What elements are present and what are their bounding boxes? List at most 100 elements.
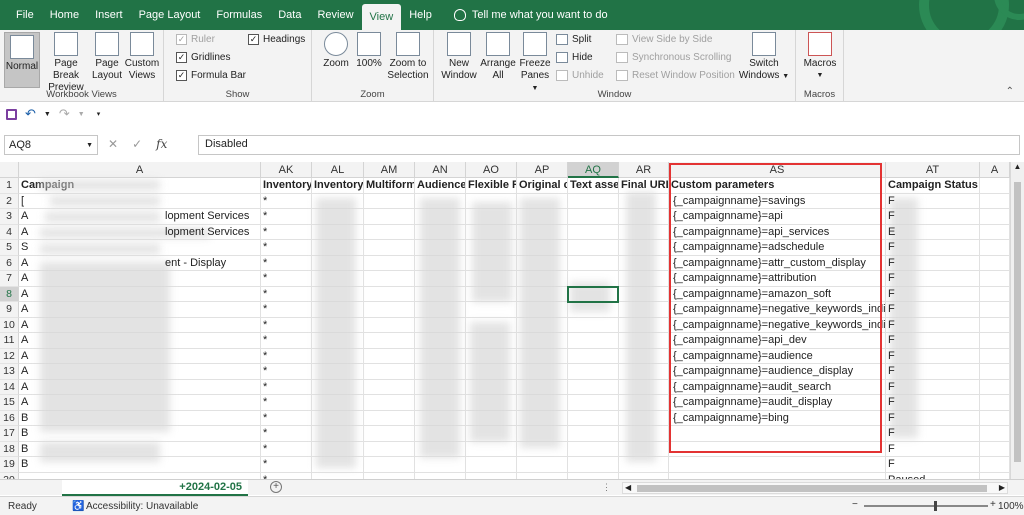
tab-split-handle[interactable]: ⋮ [602,482,611,493]
freeze-panes-button[interactable]: Freeze Panes ▼ [516,32,554,95]
row-header[interactable]: 14 [0,379,19,395]
campaign-status-cell[interactable]: E [886,225,900,241]
campaign-status-cell[interactable]: F [886,380,900,396]
row-header[interactable]: 4 [0,224,19,240]
campaign-status-cell[interactable]: F [886,426,900,442]
campaign-cell[interactable]: B [19,442,39,458]
worksheet-grid[interactable]: A AK AL AM AN AO AP AQ AR AS AT A 1 2 3 4 5 6 7 8 9 10 11 12 13 1… [0,162,1024,481]
inventory-cell[interactable]: * [261,349,309,365]
arrange-all-button[interactable]: Arrange All [480,32,516,82]
zoom-level[interactable]: 100% [998,501,1024,512]
new-window-button[interactable]: New Window [438,32,480,82]
row-header[interactable]: 10 [0,317,19,333]
column-header[interactable]: AK [261,162,312,178]
inventory-cell[interactable]: * [261,457,309,473]
row-header[interactable]: 1 [0,178,19,194]
inventory-cell[interactable]: * [261,426,309,442]
campaign-status-cell[interactable]: F [886,442,900,458]
campaign-cell[interactable]: A [19,364,39,380]
reset-window-position-button[interactable]: Reset Window Position [616,70,735,81]
campaign-cell[interactable]: A [19,349,39,365]
inventory-cell[interactable]: * [261,225,309,241]
row-header[interactable]: 18 [0,441,19,457]
tab-insert[interactable]: Insert [87,0,131,30]
accessibility-icon[interactable]: ♿ [72,501,84,512]
row-header[interactable]: 15 [0,395,19,411]
campaign-status-cell[interactable]: F [886,256,900,272]
add-sheet-icon[interactable]: + [270,481,282,493]
inventory-cell[interactable]: * [261,318,309,334]
row-header[interactable]: 9 [0,302,19,318]
column-header[interactable]: AM [364,162,415,178]
campaign-status-cell[interactable]: F [886,209,900,225]
tab-view[interactable]: View [361,4,402,30]
row-header[interactable]: 8 [0,286,19,302]
zoom-slider[interactable] [864,501,988,511]
vertical-scrollbar[interactable]: ▲ [1010,162,1024,481]
scroll-up-icon[interactable]: ▲ [1011,162,1024,171]
zoom-out-icon[interactable]: − [852,499,858,510]
header-cell[interactable]: Original ca [517,178,567,194]
gridlines-checkbox[interactable]: ✓ Gridlines [176,52,230,63]
inventory-cell[interactable]: * [261,240,309,256]
campaign-status-cell[interactable]: F [886,240,900,256]
insert-function-icon[interactable]: fx [156,137,167,151]
zoom-to-selection-button[interactable]: Zoom to Selection [386,32,430,82]
header-cell[interactable]: Inventory [261,178,311,194]
campaign-status-cell[interactable]: F [886,302,900,318]
campaign-cell[interactable]: A [19,395,39,411]
horizontal-scrollbar[interactable]: ◀ ▶ [622,482,1008,494]
inventory-cell[interactable]: * [261,411,309,427]
row-header[interactable]: 3 [0,209,19,225]
page-layout-button[interactable]: Page Layout [92,32,122,82]
campaign-cell[interactable]: A [19,209,39,225]
headings-checkbox[interactable]: ✓ Headings [248,34,305,45]
scroll-thumb[interactable] [637,485,987,492]
campaign-cell[interactable]: [ [19,194,39,210]
select-all-corner[interactable] [0,162,19,178]
campaign-status-cell[interactable]: F [886,287,900,303]
inventory-cell[interactable]: * [261,395,309,411]
header-cell[interactable]: Audience [415,178,465,194]
ruler-checkbox[interactable]: ✓ Ruler [176,34,215,45]
hide-button[interactable]: Hide [556,52,593,63]
zoom-button[interactable]: Zoom [320,32,352,70]
row-header[interactable]: 19 [0,457,19,473]
row-header[interactable]: 13 [0,364,19,380]
cancel-icon[interactable]: ✕ [108,137,118,151]
save-icon[interactable] [6,108,17,120]
tab-help[interactable]: Help [401,0,440,30]
customize-qat-icon[interactable]: ▾ [97,110,101,118]
campaign-status-cell[interactable]: F [886,318,900,334]
campaign-status-cell[interactable]: F [886,333,900,349]
unhide-button[interactable]: Unhide [556,70,604,81]
campaign-cell[interactable]: A [19,302,39,318]
synchronous-scrolling-button[interactable]: Synchronous Scrolling [616,52,732,63]
inventory-cell[interactable]: * [261,209,309,225]
campaign-cell[interactable]: B [19,457,39,473]
inventory-cell[interactable]: * [261,333,309,349]
accessibility-status[interactable]: Accessibility: Unavailable [86,501,198,512]
undo-icon[interactable]: ↶ [25,106,36,122]
tab-formulas[interactable]: Formulas [208,0,270,30]
row-header[interactable]: 11 [0,333,19,349]
row-header[interactable]: 12 [0,348,19,364]
formula-input[interactable]: Disabled [198,135,1020,155]
zoom-knob[interactable] [934,501,937,511]
column-header[interactable]: AT [886,162,980,178]
column-header[interactable]: AN [415,162,466,178]
selected-cell[interactable] [567,285,619,303]
campaign-cell[interactable]: A [19,271,39,287]
chevron-down-icon[interactable]: ▼ [86,142,93,149]
campaign-cell[interactable]: B [19,426,39,442]
inventory-cell[interactable]: * [261,271,309,287]
inventory-cell[interactable]: * [261,287,309,303]
column-header[interactable]: AO [466,162,517,178]
header-cell[interactable]: Flexible Re [466,178,516,194]
inventory-cell[interactable]: * [261,256,309,272]
tell-me-search[interactable]: Tell me what you want to do [453,9,608,21]
view-side-by-side-button[interactable]: View Side by Side [616,34,712,45]
campaign-cell[interactable]: B [19,411,39,427]
tab-review[interactable]: Review [309,0,361,30]
switch-windows-button[interactable]: Switch Windows ▼ [738,32,790,83]
